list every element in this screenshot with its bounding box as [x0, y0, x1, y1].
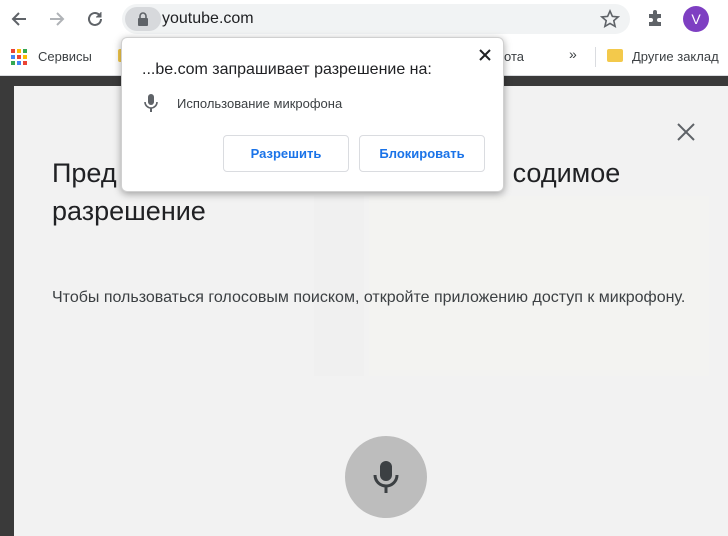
back-button[interactable]: [6, 6, 32, 32]
puzzle-icon: [649, 10, 661, 26]
bookmarks-divider: [595, 47, 596, 67]
mic-button[interactable]: [345, 436, 427, 518]
dialog-close-button[interactable]: [674, 120, 698, 144]
browser-toolbar: youtube.com V: [0, 0, 728, 38]
back-arrow-icon: [11, 12, 26, 26]
address-bar[interactable]: youtube.com: [122, 4, 630, 34]
extensions-button[interactable]: [646, 8, 666, 33]
other-bookmarks[interactable]: Другие заклад: [632, 49, 719, 64]
close-icon: [479, 49, 491, 61]
microphone-icon: [144, 94, 158, 117]
close-icon: [677, 123, 695, 141]
site-info-button[interactable]: [125, 7, 161, 31]
allow-button[interactable]: Разрешить: [223, 135, 349, 172]
reload-button[interactable]: [82, 6, 108, 32]
permission-description: Использование микрофона: [177, 96, 343, 111]
permission-popup: ...be.com запрашивает разрешение на: Исп…: [121, 37, 504, 192]
dialog-title-right: содимое: [512, 158, 621, 188]
lock-icon: [138, 12, 148, 26]
dialog-title-left: Пред: [52, 158, 117, 188]
block-button[interactable]: Блокировать: [359, 135, 485, 172]
reload-icon: [88, 11, 102, 26]
apps-grid-icon[interactable]: [11, 49, 27, 70]
bookmark-star-button[interactable]: [599, 9, 621, 34]
dialog-message: Чтобы пользоваться голосовым поиском, от…: [52, 289, 686, 306]
other-bookmarks-folder-icon: [607, 49, 623, 62]
profile-avatar[interactable]: V: [683, 6, 709, 32]
popup-close-button[interactable]: [477, 47, 493, 63]
bookmark-partial[interactable]: ота: [504, 49, 524, 64]
bookmarks-overflow-button[interactable]: »: [569, 46, 577, 62]
url-text[interactable]: youtube.com: [162, 10, 254, 28]
popup-title: ...be.com запрашивает разрешение на:: [142, 61, 432, 78]
microphone-icon: [373, 461, 399, 493]
bookmark-apps[interactable]: Сервисы: [38, 49, 92, 64]
star-icon: [599, 9, 621, 29]
forward-button[interactable]: [44, 6, 70, 32]
forward-arrow-icon: [50, 12, 65, 26]
dialog-title-line2: разрешение: [52, 196, 206, 226]
